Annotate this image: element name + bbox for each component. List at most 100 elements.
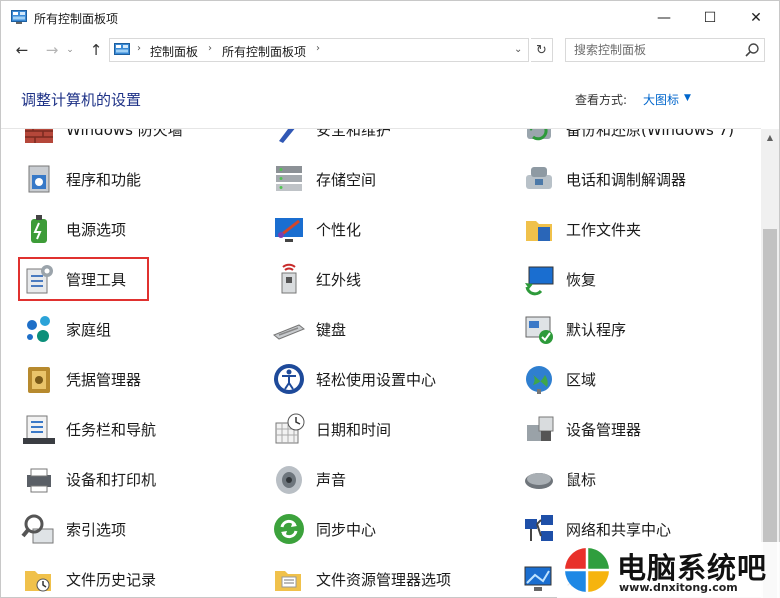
infrared-icon xyxy=(271,261,307,297)
control-panel-item[interactable]: 程序和功能 xyxy=(21,161,141,197)
control-panel-item[interactable]: 工作文件夹 xyxy=(521,211,641,247)
forward-button[interactable]: → xyxy=(41,40,63,60)
control-panel-item[interactable]: 索引选项 xyxy=(21,511,126,547)
control-panel-item[interactable]: 文件历史记录 xyxy=(21,561,156,597)
explorer-options-icon xyxy=(271,561,307,597)
device-manager-icon xyxy=(521,411,557,447)
search-icon[interactable] xyxy=(744,42,760,58)
maximize-button[interactable]: ☐ xyxy=(687,1,733,34)
sync-center-icon xyxy=(271,511,307,547)
control-panel-item[interactable]: 同步中心 xyxy=(271,511,376,547)
item-label: 同步中心 xyxy=(316,520,377,539)
breadcrumb-separator[interactable]: › xyxy=(316,43,320,54)
control-panel-item[interactable]: 设备和打印机 xyxy=(21,461,156,497)
indexing-options-icon xyxy=(21,511,57,547)
control-panel-item[interactable]: 声音 xyxy=(271,461,346,497)
control-panel-item[interactable]: 鼠标 xyxy=(521,461,596,497)
address-dropdown-button[interactable]: ⌄ xyxy=(514,44,522,55)
watermark-url: www.dnxitong.com xyxy=(619,581,738,594)
refresh-button[interactable]: ↻ xyxy=(531,38,553,62)
window-title: 所有控制面板项 xyxy=(34,12,119,26)
item-label: 网络和共享中心 xyxy=(566,520,672,539)
up-button[interactable]: ↑ xyxy=(85,40,107,60)
caret-down-icon[interactable]: ▼ xyxy=(684,93,691,103)
control-panel-item[interactable]: 恢复 xyxy=(521,261,596,297)
item-label: 声音 xyxy=(316,470,347,489)
item-label: 凭据管理器 xyxy=(66,370,142,389)
item-label: 程序和功能 xyxy=(66,170,142,189)
control-panel-item[interactable]: 文件资源管理器选项 xyxy=(271,561,451,597)
header-divider xyxy=(1,128,761,129)
item-label: 电话和调制解调器 xyxy=(566,170,687,189)
control-panel-item[interactable]: 设备管理器 xyxy=(521,411,641,447)
sound-icon xyxy=(271,461,307,497)
control-panel-items-grid: Windows 防火墙 安全和维护 备份和还原(Windows 7) 程序和功能 存储空… xyxy=(1,111,761,598)
phone-modem-icon xyxy=(521,161,557,197)
personalization-icon xyxy=(271,211,307,247)
item-label: 文件资源管理器选项 xyxy=(316,570,452,589)
recent-locations-button[interactable]: ⌄ xyxy=(63,40,77,60)
programs-features-icon xyxy=(21,161,57,197)
breadcrumb-separator[interactable]: › xyxy=(208,43,212,54)
mouse-icon xyxy=(521,461,557,497)
back-button[interactable]: ← xyxy=(11,40,33,60)
item-label: 工作文件夹 xyxy=(566,220,642,239)
control-panel-item[interactable]: 轻松使用设置中心 xyxy=(271,361,436,397)
scroll-clip xyxy=(1,111,761,129)
item-label: 索引选项 xyxy=(66,520,127,539)
item-label: 文件历史记录 xyxy=(66,570,157,589)
control-panel-item[interactable]: 电话和调制解调器 xyxy=(521,161,686,197)
control-panel-item[interactable]: 存储空间 xyxy=(271,161,376,197)
search-input[interactable] xyxy=(566,39,742,61)
item-label: 设备管理器 xyxy=(566,420,642,439)
title-bar: 所有控制面板项 — ☐ ✕ xyxy=(1,1,779,34)
scroll-up-button[interactable]: ▲ xyxy=(761,129,779,145)
view-by-label: 查看方式: xyxy=(575,93,628,107)
windows-logo-icon xyxy=(565,548,609,592)
control-panel-item[interactable]: 日期和时间 xyxy=(271,411,391,447)
item-label: 设备和打印机 xyxy=(66,470,157,489)
highlight-box xyxy=(18,257,149,301)
control-panel-item[interactable]: 电源选项 xyxy=(21,211,126,247)
search-box[interactable] xyxy=(565,38,765,62)
item-label: 红外线 xyxy=(316,270,362,289)
breadcrumb-separator[interactable]: › xyxy=(137,43,141,54)
watermark: 电脑系统吧 www.dnxitong.com xyxy=(557,542,780,598)
item-label: 存储空间 xyxy=(316,170,377,189)
close-button[interactable]: ✕ xyxy=(733,1,779,34)
control-panel-item[interactable]: 个性化 xyxy=(271,211,361,247)
control-panel-item[interactable]: 家庭组 xyxy=(21,311,111,347)
view-by-dropdown[interactable]: 大图标 xyxy=(643,91,679,108)
devices-printers-icon xyxy=(21,461,57,497)
item-label: 键盘 xyxy=(316,320,347,339)
breadcrumb-control-panel[interactable]: 控制面板 xyxy=(150,43,198,60)
item-label: 任务栏和导航 xyxy=(66,420,157,439)
power-options-icon xyxy=(21,211,57,247)
control-panel-item[interactable]: 区域 xyxy=(521,361,596,397)
taskbar-navigation-icon xyxy=(21,411,57,447)
control-panel-icon xyxy=(114,43,130,55)
vertical-scrollbar[interactable]: ▲ xyxy=(761,129,779,598)
credential-manager-icon xyxy=(21,361,57,397)
region-icon xyxy=(521,361,557,397)
homegroup-icon xyxy=(21,311,57,347)
control-panel-item[interactable]: 默认程序 xyxy=(521,311,626,347)
item-label: 恢复 xyxy=(566,270,597,289)
control-panel-item[interactable]: 键盘 xyxy=(271,311,346,347)
network-sharing-icon xyxy=(521,511,557,547)
control-panel-item[interactable]: 红外线 xyxy=(271,261,361,297)
keyboard-icon xyxy=(271,311,307,347)
navigation-bar: ← → ⌄ ↑ › 控制面板 › 所有控制面板项 › ⌄ ↻ xyxy=(1,34,779,66)
date-time-icon xyxy=(271,411,307,447)
control-panel-item[interactable]: 任务栏和导航 xyxy=(21,411,156,447)
default-programs-icon xyxy=(521,311,557,347)
address-bar[interactable]: › 控制面板 › 所有控制面板项 › ⌄ xyxy=(109,38,529,62)
breadcrumb-all-items[interactable]: 所有控制面板项 xyxy=(222,43,306,60)
item-label: 默认程序 xyxy=(566,320,627,339)
recovery-icon xyxy=(521,261,557,297)
item-label: 轻松使用设置中心 xyxy=(316,370,437,389)
item-label: 区域 xyxy=(566,370,597,389)
minimize-button[interactable]: — xyxy=(641,1,687,34)
control-panel-item[interactable]: 凭据管理器 xyxy=(21,361,141,397)
item-label: 电源选项 xyxy=(66,220,127,239)
